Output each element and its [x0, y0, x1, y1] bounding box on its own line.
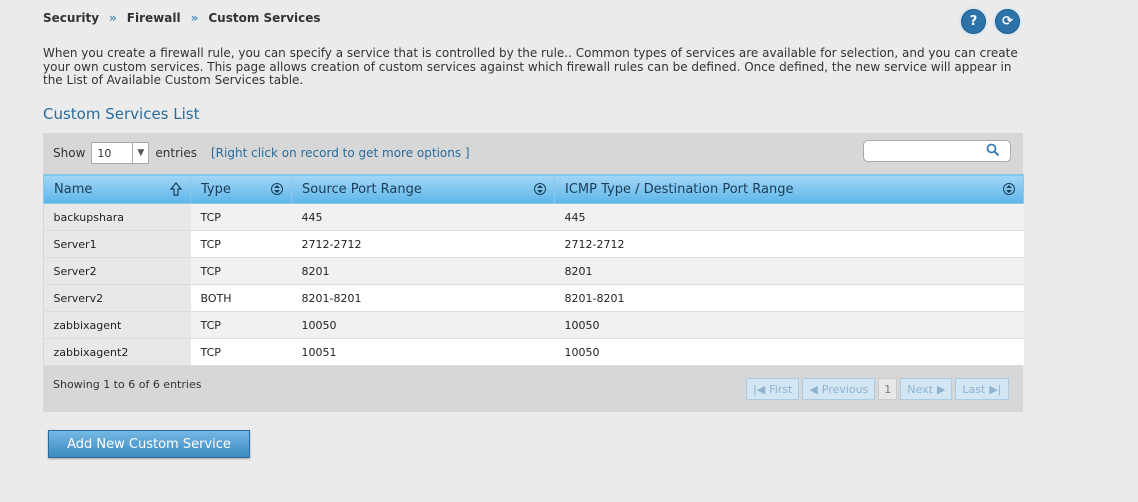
- previous-page-icon: ◀: [809, 382, 818, 396]
- cell-type: TCP: [190, 230, 292, 258]
- entries-label: entries: [155, 146, 197, 160]
- breadcrumb-security[interactable]: Security: [43, 11, 99, 25]
- page-size-value: 10: [97, 146, 112, 160]
- last-page-button[interactable]: Last ▶|: [955, 378, 1009, 400]
- table-row[interactable]: backupshara TCP 445 445: [43, 203, 1024, 231]
- chevron-down-icon: ▼: [132, 143, 148, 163]
- table-row[interactable]: zabbixagent TCP 10050 10050: [43, 311, 1024, 339]
- cell-type: TCP: [190, 311, 292, 339]
- breadcrumb-separator: »: [190, 11, 199, 25]
- cell-name: zabbixagent2: [43, 338, 191, 366]
- breadcrumb-firewall[interactable]: Firewall: [127, 11, 181, 25]
- cell-destination-port: 10050: [554, 311, 1024, 339]
- sort-both-icon: [534, 183, 546, 195]
- first-page-icon: |◀: [753, 382, 766, 396]
- page-description: When you create a firewall rule, you can…: [43, 46, 1018, 87]
- sort-both-icon: [271, 183, 283, 195]
- cell-destination-port: 8201: [554, 257, 1024, 285]
- breadcrumb: Security » Firewall » Custom Services: [43, 11, 321, 25]
- custom-services-panel: Show 10 ▼ entries [Right click on record…: [43, 133, 1024, 412]
- cell-source-port: 10051: [291, 338, 555, 366]
- cell-destination-port: 10050: [554, 338, 1024, 366]
- column-header-source-port[interactable]: Source Port Range: [291, 174, 555, 204]
- column-header-name[interactable]: Name: [43, 174, 191, 204]
- cell-source-port: 8201-8201: [291, 284, 555, 312]
- cell-destination-port: 8201-8201: [554, 284, 1024, 312]
- refresh-icon[interactable]: ⟳: [995, 9, 1020, 34]
- search-input[interactable]: [863, 140, 1011, 162]
- cell-type: TCP: [190, 257, 292, 285]
- add-custom-service-button[interactable]: Add New Custom Service: [48, 430, 250, 458]
- last-page-icon: ▶|: [989, 382, 1002, 396]
- cell-source-port: 445: [291, 203, 555, 231]
- pagination: |◀ First ◀ Previous 1 Next ▶ Last ▶|: [746, 378, 1009, 400]
- show-label: Show: [53, 146, 86, 160]
- search-icon: [986, 143, 1000, 157]
- next-page-icon: ▶: [936, 382, 946, 396]
- column-header-type[interactable]: Type: [190, 174, 292, 204]
- first-page-button[interactable]: |◀ First: [746, 378, 800, 400]
- cell-name: Server2: [43, 257, 191, 285]
- table-row[interactable]: zabbixagent2 TCP 10051 10050: [43, 338, 1024, 366]
- cell-name: Serverv2: [43, 284, 191, 312]
- cell-type: TCP: [190, 203, 292, 231]
- table-row[interactable]: Server1 TCP 2712-2712 2712-2712: [43, 230, 1024, 258]
- table-row[interactable]: Server2 TCP 8201 8201: [43, 257, 1024, 285]
- breadcrumb-custom-services: Custom Services: [208, 11, 321, 25]
- cell-destination-port: 445: [554, 203, 1024, 231]
- column-header-destination-port[interactable]: ICMP Type / Destination Port Range: [554, 174, 1024, 204]
- cell-source-port: 2712-2712: [291, 230, 555, 258]
- cell-type: TCP: [190, 338, 292, 366]
- custom-services-table: Name Type Source Port Range ICMP Type / …: [43, 174, 1024, 366]
- sort-both-icon: [1003, 183, 1015, 195]
- table-info: Showing 1 to 6 of 6 entries: [53, 378, 202, 391]
- cell-name: backupshara: [43, 203, 191, 231]
- cell-name: Server1: [43, 230, 191, 258]
- cell-source-port: 10050: [291, 311, 555, 339]
- help-icon[interactable]: ?: [961, 9, 986, 34]
- next-page-button[interactable]: Next ▶: [900, 378, 953, 400]
- page-size-select[interactable]: 10 ▼: [91, 142, 150, 164]
- cell-name: zabbixagent: [43, 311, 191, 339]
- cell-source-port: 8201: [291, 257, 555, 285]
- cell-destination-port: 2712-2712: [554, 230, 1024, 258]
- section-title: Custom Services List: [43, 105, 200, 123]
- cell-type: BOTH: [190, 284, 292, 312]
- table-row[interactable]: Serverv2 BOTH 8201-8201 8201-8201: [43, 284, 1024, 312]
- previous-page-button[interactable]: ◀ Previous: [802, 378, 876, 400]
- right-click-hint: [Right click on record to get more optio…: [211, 146, 470, 160]
- sort-up-icon: [170, 182, 182, 196]
- current-page-button[interactable]: 1: [878, 378, 898, 400]
- breadcrumb-separator: »: [109, 11, 117, 25]
